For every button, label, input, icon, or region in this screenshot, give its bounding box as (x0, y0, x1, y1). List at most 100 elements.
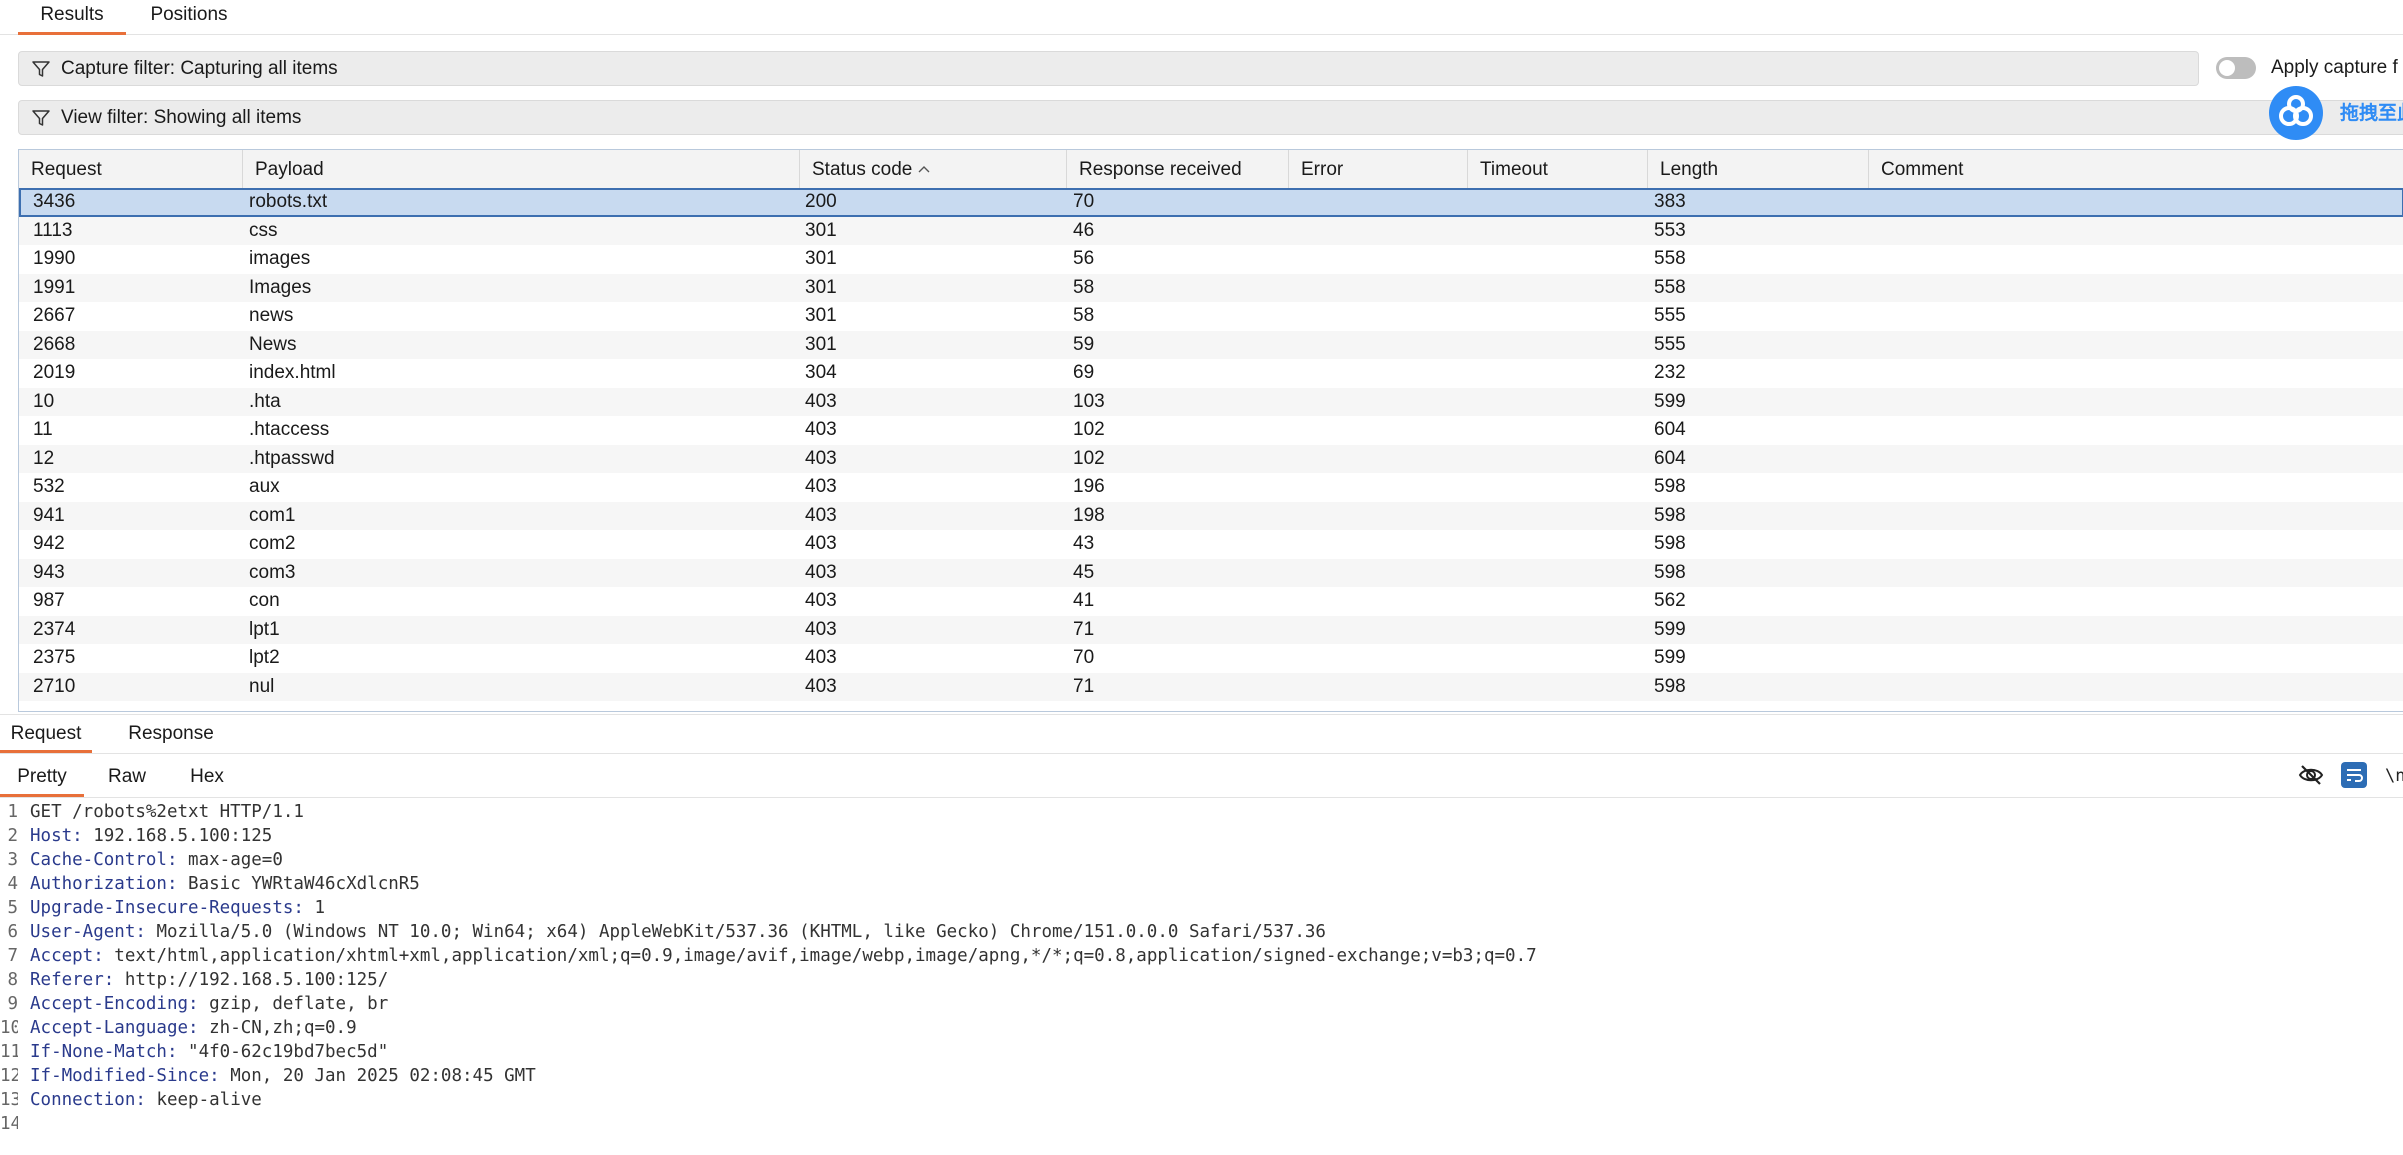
line-content: Accept-Encoding: gzip, deflate, br (30, 994, 389, 1014)
tab-response[interactable]: Response (118, 715, 224, 751)
col-length[interactable]: Length (1648, 150, 1869, 188)
col-payload[interactable]: Payload (243, 150, 800, 188)
table-row[interactable]: 2667 news 301 58 555 (19, 302, 2403, 331)
cell-status: 301 (805, 276, 837, 298)
line-number: 5 (7, 898, 18, 918)
cell-status: 403 (805, 390, 837, 412)
header-value: 1 (314, 898, 326, 918)
table-row[interactable]: 1991 Images 301 58 558 (19, 273, 2403, 302)
line-number: 4 (7, 874, 18, 894)
col-timeout[interactable]: Timeout (1468, 150, 1648, 188)
cell-received: 46 (1073, 219, 1095, 241)
tab-hex[interactable]: Hex (178, 757, 236, 795)
cell-status: 403 (805, 419, 837, 440)
cell-request: 942 (33, 533, 65, 554)
tab-raw[interactable]: Raw (98, 757, 156, 795)
cell-status: 403 (805, 618, 837, 640)
line-number: 8 (7, 970, 18, 990)
table-row[interactable]: 1113 css 301 46 553 (19, 216, 2403, 245)
line-content: Upgrade-Insecure-Requests: 1 (30, 898, 326, 918)
tab-request[interactable]: Request (0, 715, 92, 753)
header-key: Accept-Language (30, 1018, 189, 1038)
code-line: 3 Cache-Control: max-age=0 (0, 848, 2403, 872)
table-row[interactable]: 12 .htpasswd 403 102 604 (19, 444, 2403, 473)
cell-request: 987 (33, 590, 65, 611)
tab-pretty[interactable]: Pretty (0, 757, 84, 797)
header-key: Upgrade-Insecure-Requests (30, 898, 294, 918)
line-content: If-None-Match: "4f0-62c19bd7bec5d" (30, 1042, 389, 1062)
message-tab-bar: Request Response (0, 714, 2403, 754)
newline-icon[interactable]: \n (2384, 762, 2403, 788)
col-request[interactable]: Request (19, 150, 243, 188)
cell-payload: Images (249, 276, 312, 298)
table-row[interactable]: 2374 lpt1 403 71 599 (19, 615, 2403, 644)
cell-received: 102 (1073, 447, 1105, 469)
line-number: 6 (7, 922, 18, 942)
apply-capture-label: Apply capture f (2271, 57, 2398, 78)
table-row[interactable]: 2668 News 301 59 555 (19, 330, 2403, 359)
code-line: 10 Accept-Language: zh-CN,zh;q=0.9 (0, 1016, 2403, 1040)
col-response-received[interactable]: Response received (1067, 150, 1289, 188)
table-row[interactable]: 2019 index.html 304 69 232 (19, 359, 2403, 388)
baidu-drop-label: 拖拽至此 (2340, 102, 2403, 124)
cell-payload: index.html (249, 362, 336, 383)
cell-length: 604 (1654, 419, 1686, 440)
line-content: User-Agent: Mozilla/5.0 (Windows NT 10.0… (30, 922, 1326, 942)
cell-payload: com3 (249, 561, 296, 583)
cell-length: 232 (1654, 362, 1686, 383)
code-line: 12 If-Modified-Since: Mon, 20 Jan 2025 02… (0, 1064, 2403, 1088)
cell-payload: News (249, 333, 297, 355)
header-key: Cache-Control (30, 850, 167, 870)
line-content: If-Modified-Since: Mon, 20 Jan 2025 02:0… (30, 1066, 536, 1086)
table-row[interactable]: 943 com3 403 45 598 (19, 558, 2403, 587)
table-row[interactable]: 2375 lpt2 403 70 599 (19, 644, 2403, 673)
header-value: http://192.168.5.100:125/ (124, 970, 389, 990)
toggle-knob (2219, 60, 2235, 76)
apply-capture-toggle[interactable] (2216, 57, 2256, 79)
table-row[interactable]: 987 con 403 41 562 (19, 587, 2403, 616)
line-content: Connection: keep-alive (30, 1090, 262, 1110)
line-content: Cache-Control: max-age=0 (30, 850, 283, 870)
capture-filter-bar[interactable]: Capture filter: Capturing all items (18, 51, 2199, 86)
cell-status: 301 (805, 219, 837, 241)
cell-received: 71 (1073, 618, 1095, 640)
cell-request: 2374 (33, 618, 76, 640)
table-row[interactable]: 11 .htaccess 403 102 604 (19, 416, 2403, 445)
tab-results[interactable]: Results (18, 0, 126, 35)
eye-slash-icon[interactable] (2298, 762, 2324, 788)
view-filter-text: View filter: Showing all items (61, 107, 302, 128)
tab-positions[interactable]: Positions (136, 0, 242, 32)
cell-length: 604 (1654, 447, 1686, 469)
table-row[interactable]: 10 .hta 403 103 599 (19, 387, 2403, 416)
wrap-icon[interactable] (2341, 762, 2367, 788)
col-error[interactable]: Error (1289, 150, 1468, 188)
cell-request: 2668 (33, 333, 76, 355)
cell-payload: .htaccess (249, 419, 330, 440)
table-row[interactable]: 532 aux 403 196 598 (19, 473, 2403, 502)
request-editor[interactable]: 1 GET /robots%2etxt HTTP/1.1 2 Host: 192.16… (0, 800, 2403, 1155)
cell-received: 196 (1073, 476, 1105, 497)
cell-request: 532 (33, 476, 65, 497)
cell-received: 71 (1073, 675, 1095, 697)
baidu-netdisk-icon[interactable] (2269, 86, 2323, 140)
view-filter-bar[interactable]: View filter: Showing all items (18, 100, 2403, 135)
header-key: Accept (30, 946, 94, 966)
table-row[interactable]: 1990 images 301 56 558 (19, 245, 2403, 274)
col-comment[interactable]: Comment (1869, 150, 2403, 188)
cell-status: 403 (805, 675, 837, 697)
col-status-code[interactable]: Status code (800, 150, 1067, 188)
header-key: Host (30, 826, 73, 846)
table-row[interactable]: 941 com1 403 198 598 (19, 501, 2403, 530)
cell-status: 403 (805, 561, 837, 583)
cell-received: 58 (1073, 276, 1095, 298)
table-row[interactable]: 942 com2 403 43 598 (19, 530, 2403, 559)
table-row[interactable]: 2710 nul 403 71 598 (19, 672, 2403, 701)
header-value: Mozilla/5.0 (Windows NT 10.0; Win64; x64… (156, 922, 1326, 942)
line-number: 9 (7, 994, 18, 1014)
cell-payload: con (249, 590, 280, 611)
cell-length: 599 (1654, 647, 1686, 668)
cell-request: 3436 (33, 191, 76, 212)
line-content: Accept-Language: zh-CN,zh;q=0.9 (30, 1018, 357, 1038)
table-row[interactable]: 3436 robots.txt 200 70 383 (19, 188, 2403, 217)
svg-text:\n: \n (2385, 766, 2403, 786)
